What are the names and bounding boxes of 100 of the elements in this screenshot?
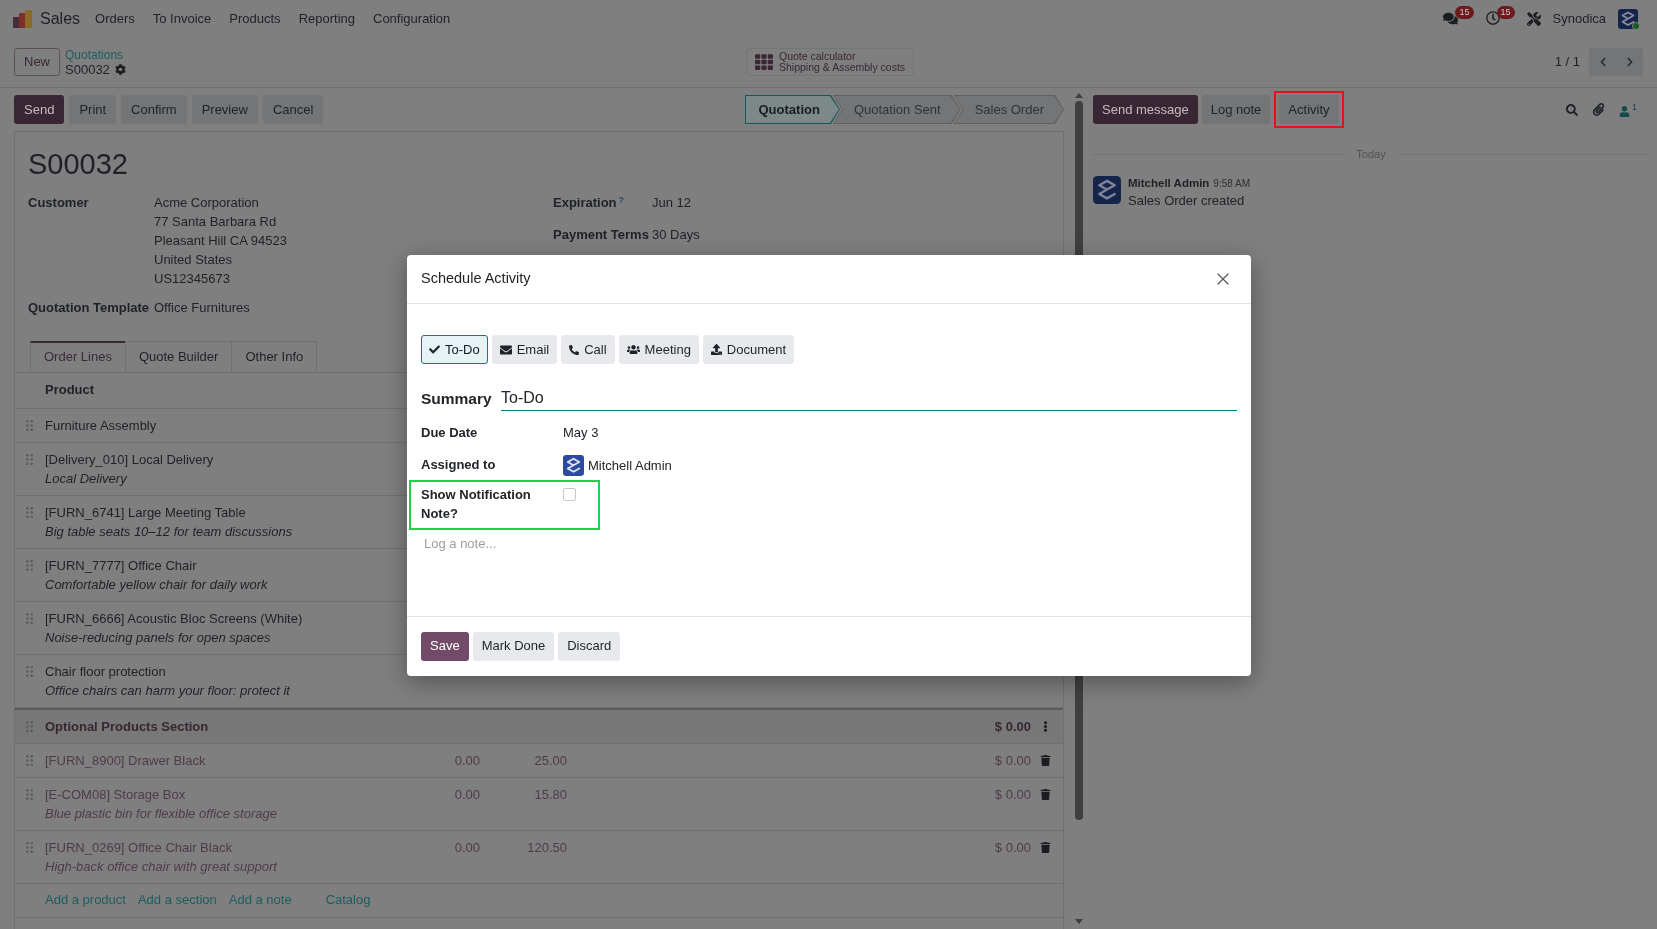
scroll-down-icon[interactable] [1074, 919, 1083, 924]
product-description: Big table seats 10–12 for team discussions [45, 522, 293, 541]
drag-handle-icon[interactable] [26, 612, 33, 624]
summary-input[interactable]: To-Do [501, 385, 1237, 411]
field-value: Pleasant Hill CA 94523 [154, 232, 287, 250]
drag-handle-icon[interactable] [26, 453, 33, 465]
systray-button[interactable]: 15 [1485, 4, 1515, 33]
field-value: Acme Corporation [154, 194, 259, 212]
section-title[interactable]: Optional Products Section [45, 716, 209, 736]
drag-handle-icon[interactable] [26, 754, 33, 766]
tab[interactable]: Order Lines [30, 340, 126, 372]
chatter-button[interactable]: Log note [1201, 95, 1271, 124]
pager-value: 1 / 1 [1554, 53, 1580, 72]
product-name[interactable]: [FURN_8900] Drawer Black [45, 750, 206, 770]
drag-handle-icon[interactable] [26, 665, 33, 677]
message-author: Mitchell Admin [1128, 176, 1210, 191]
action-button[interactable]: Send [14, 95, 65, 124]
trash-icon[interactable] [1040, 754, 1051, 766]
chevron-right-icon [1624, 57, 1635, 67]
dialog-title: Schedule Activity [421, 269, 531, 289]
clock-icon [1485, 10, 1500, 25]
quote-calculator-button[interactable]: Quote calculator Shipping & Assembly costs [746, 48, 915, 76]
tools-icon[interactable] [1526, 11, 1541, 26]
action-button[interactable]: Cancel [262, 95, 324, 124]
note-editor[interactable]: Log a note... [421, 534, 1237, 616]
activity-type-button[interactable]: Document [702, 335, 795, 364]
tab[interactable]: Other Info [231, 340, 318, 372]
gear-icon[interactable] [114, 63, 126, 75]
search-icon[interactable] [1566, 103, 1578, 116]
table-cell-text: $ 0.00 [994, 751, 1031, 770]
product-name[interactable]: [FURN_7777] Office Chair [45, 555, 197, 575]
dialog-button[interactable]: Mark Done [472, 631, 555, 661]
message-time: 9:58 AM [1213, 177, 1251, 191]
systray-button[interactable]: 15 [1443, 4, 1474, 33]
notification-count: 15 [1496, 5, 1515, 19]
product-name[interactable]: Furniture Assembly [45, 415, 157, 435]
menu-item[interactable]: Orders [86, 9, 144, 28]
trash-icon[interactable] [1040, 788, 1051, 800]
author-avatar-icon [1093, 176, 1121, 204]
activity-type-button[interactable]: Call [561, 335, 615, 364]
app-name[interactable]: Sales [40, 8, 81, 29]
status-step[interactable]: Quotation [744, 95, 840, 124]
product-name[interactable]: Chair floor protection [45, 661, 166, 681]
upload-icon [710, 344, 722, 355]
action-button[interactable]: Confirm [121, 95, 187, 124]
product-name[interactable]: [Delivery_010] Local Delivery [45, 449, 214, 469]
drag-handle-icon[interactable] [26, 506, 33, 518]
dialog-button[interactable]: Save [421, 631, 469, 661]
menu-item[interactable]: Reporting [289, 9, 364, 28]
field-label: Customer [28, 195, 89, 210]
action-button[interactable]: Preview [191, 95, 258, 124]
table-cell-text: 120.50 [527, 838, 567, 857]
drag-handle-icon[interactable] [26, 559, 33, 571]
product-name[interactable]: [E-COM08] Storage Box [45, 784, 186, 804]
product-name[interactable]: [FURN_6666] Acoustic Bloc Screens (White) [45, 608, 303, 628]
previous-button[interactable] [1589, 48, 1616, 76]
product-description: High-back office chair with great support [45, 857, 277, 876]
paperclip-icon[interactable] [1592, 103, 1605, 116]
phone-icon [569, 344, 580, 355]
product-name[interactable]: [FURN_0269] Office Chair Black [45, 837, 232, 857]
product-name[interactable]: [FURN_6741] Large Meeting Table [45, 502, 246, 522]
assignee-value[interactable]: Mitchell Admin [588, 455, 672, 475]
activity-type-button[interactable]: To-Do [421, 335, 488, 364]
company-name[interactable]: Synodica [1552, 8, 1606, 29]
table-cell-text: 25.00 [534, 751, 567, 770]
drag-handle-icon[interactable] [26, 720, 33, 732]
field-value: 30 Days [652, 225, 700, 244]
menu-item[interactable]: To Invoice [143, 9, 221, 28]
check-icon [429, 344, 440, 355]
due-date-value[interactable]: May 3 [563, 423, 599, 443]
next-button[interactable] [1616, 48, 1643, 76]
drag-handle-icon[interactable] [26, 419, 33, 431]
record-name: S00032 [65, 61, 110, 77]
trash-icon[interactable] [1040, 841, 1051, 853]
activity-type-button[interactable]: Email [491, 335, 558, 364]
field-label: Show Notification Note? [421, 486, 531, 521]
column-header[interactable]: Product [45, 380, 95, 400]
menu-item[interactable]: Products [220, 9, 290, 28]
product-description: Comfortable yellow chair for daily work [45, 575, 268, 594]
new-button[interactable]: New [14, 48, 60, 76]
status-step[interactable]: Sales Order [953, 95, 1064, 124]
chatter-button[interactable]: Send message [1093, 95, 1198, 124]
scroll-up-icon[interactable] [1074, 93, 1083, 98]
drag-handle-icon[interactable] [26, 841, 33, 853]
checkbox[interactable] [563, 487, 576, 501]
summary-label: Summary [421, 390, 492, 407]
chatter-button[interactable]: Activity [1279, 95, 1339, 124]
dialog-button[interactable]: Discard [558, 631, 621, 661]
product-description: Local Delivery [45, 469, 127, 488]
drag-handle-icon[interactable] [26, 788, 33, 800]
followers-button[interactable]: 1 [1619, 102, 1637, 117]
field-label: Due Date [421, 425, 478, 440]
menu-item[interactable]: Configuration [364, 9, 460, 28]
action-button[interactable]: Print [69, 95, 117, 124]
user-avatar-icon [563, 454, 584, 476]
status-step[interactable]: Quotation Sent [832, 95, 961, 124]
product-description: Noise-reducing panels for open spaces [45, 628, 271, 647]
chat-icon [1443, 10, 1459, 26]
table-cell-text: $ 0.00 [994, 838, 1031, 857]
activity-type-button[interactable]: Meeting [618, 335, 699, 364]
